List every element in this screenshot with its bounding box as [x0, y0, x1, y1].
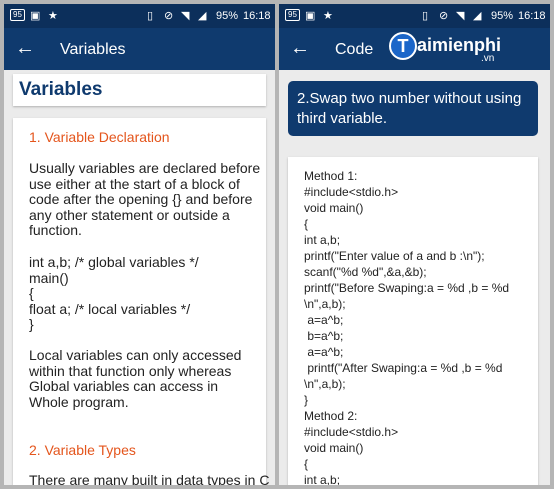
mute-icon: ⊘	[439, 10, 449, 22]
image-icon: ▣	[30, 10, 41, 22]
clock: 16:18	[518, 10, 546, 22]
mute-icon: ⊘	[164, 10, 174, 22]
back-arrow-icon[interactable]: ←	[15, 37, 35, 59]
clock: 16:18	[243, 10, 271, 22]
status-bar: 95 ▣ ★ ▯ ⊘ ◥ ◢ 95% 16:18	[4, 4, 275, 28]
content-card: 1. Variable Declaration Usually variable…	[13, 118, 270, 485]
status-bar: 95 ▣ ★ ▯ ⊘ ◥ ◢ 95% 16:18	[279, 4, 550, 28]
battery-percent: 95%	[491, 10, 514, 22]
star-icon: ★	[48, 10, 58, 22]
paragraph: Local variables can only accessed within…	[29, 347, 242, 410]
section-heading: 2. Variable Types	[29, 442, 136, 458]
left-phone-screen: 95 ▣ ★ ▯ ⊘ ◥ ◢ 95% 16:18 ← Variables Var…	[4, 4, 275, 485]
app-bar-title: Code	[335, 41, 374, 58]
signal-icon: ◢	[473, 10, 482, 22]
paragraph: Usually variables are declared before us…	[29, 160, 261, 238]
battery-percent: 95%	[216, 10, 239, 22]
code-block: Method 1: #include<stdio.h> void main() …	[304, 169, 510, 485]
question-banner: 2.Swap two number without using third va…	[288, 81, 538, 136]
paragraph: There are many built in data types in C	[29, 472, 270, 485]
page-title: Variables	[19, 79, 103, 100]
app-bar-title: Variables	[60, 41, 126, 58]
section-heading: 1. Variable Declaration	[29, 129, 170, 145]
logo-suffix: .vn	[481, 53, 495, 64]
star-icon: ★	[323, 10, 333, 22]
logo-initial: T	[389, 32, 417, 60]
sim-badge: 95	[10, 9, 25, 21]
wifi-icon: ◥	[456, 10, 465, 22]
sim-badge: 95	[285, 9, 300, 21]
vibrate-icon: ▯	[147, 10, 154, 22]
page-title-card: Variables	[13, 74, 266, 106]
code-card: Method 1: #include<stdio.h> void main() …	[288, 157, 538, 485]
app-bar: ← Variables	[4, 28, 275, 70]
back-arrow-icon[interactable]: ←	[290, 37, 310, 59]
right-phone-screen: 95 ▣ ★ ▯ ⊘ ◥ ◢ 95% 16:18 ← Code T aimien…	[279, 4, 550, 485]
code-example: int a,b; /* global variables */ main() {…	[29, 254, 199, 332]
signal-icon: ◢	[198, 10, 207, 22]
vibrate-icon: ▯	[422, 10, 429, 22]
image-icon: ▣	[305, 10, 316, 22]
wifi-icon: ◥	[181, 10, 190, 22]
